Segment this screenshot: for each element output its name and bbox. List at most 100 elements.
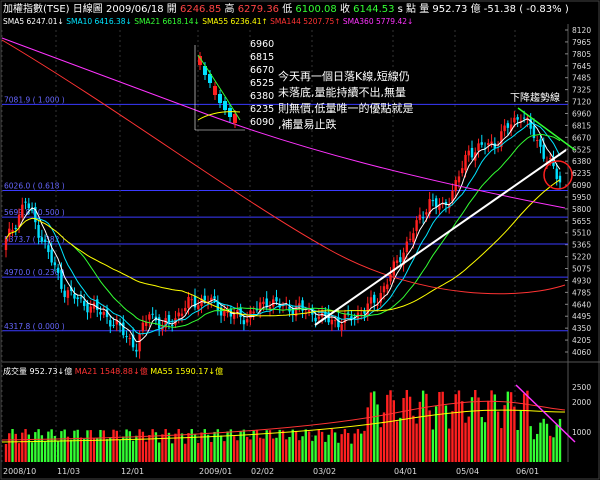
candle-body bbox=[340, 324, 343, 331]
volume-bar bbox=[408, 396, 412, 462]
candle-body bbox=[399, 257, 402, 263]
candle-body bbox=[99, 311, 102, 315]
volume-bar bbox=[549, 435, 552, 462]
volume-legend: 成交量 952.73↓億 MA21 1548.88↓億 MA55 1590.17… bbox=[3, 366, 223, 376]
commentary-line: 未落底,量能持續不出,無量 bbox=[278, 85, 406, 99]
y-tick-label: 4640 bbox=[572, 300, 591, 309]
header-high: 6279.36 bbox=[238, 4, 283, 15]
inset-price-label: 6380 bbox=[250, 91, 274, 102]
candle-body bbox=[262, 301, 265, 305]
volume-bar bbox=[477, 397, 480, 462]
stock-chart[interactable]: 加權指數(TSE) 日線圖 2009/06/18 開 6246.85 高 627… bbox=[0, 0, 600, 480]
volume-bar bbox=[503, 405, 506, 462]
candle-body bbox=[197, 305, 200, 310]
candle-body bbox=[60, 269, 63, 289]
header-period: 日線圖 bbox=[73, 2, 106, 15]
y-tick-label: 6090 bbox=[572, 181, 591, 190]
volume-bar bbox=[223, 441, 226, 462]
volume-bar bbox=[467, 416, 470, 462]
commentary-line: 今天再一個日落K線,短線仍 bbox=[278, 69, 410, 83]
volume-bar bbox=[24, 429, 27, 462]
volume-bar bbox=[60, 431, 63, 462]
volume-bar bbox=[542, 418, 545, 462]
candle-body bbox=[73, 293, 76, 299]
candle-body bbox=[190, 299, 193, 301]
candle-body bbox=[425, 212, 428, 215]
volume-bar bbox=[343, 429, 347, 462]
candle-body bbox=[330, 319, 334, 325]
candle-body bbox=[503, 125, 506, 132]
candle-body bbox=[467, 150, 470, 156]
header-close-label: 收 bbox=[340, 2, 353, 15]
candle-body bbox=[421, 217, 425, 219]
volume-bar bbox=[441, 391, 444, 462]
volume-bar bbox=[17, 443, 21, 462]
inset-candle-body bbox=[213, 86, 217, 95]
volume-bar bbox=[96, 438, 99, 462]
candle-body bbox=[555, 168, 558, 180]
candle-body bbox=[382, 286, 386, 293]
candle-body bbox=[40, 237, 44, 242]
candle-body bbox=[418, 214, 422, 220]
volume-bar bbox=[389, 390, 392, 462]
candle-body bbox=[434, 198, 438, 207]
candle-body bbox=[30, 209, 34, 211]
volume-bar bbox=[363, 430, 366, 462]
candle-body bbox=[245, 319, 249, 323]
volume-bar bbox=[164, 429, 167, 462]
volume-bar bbox=[516, 429, 519, 462]
volume-bar bbox=[157, 442, 161, 462]
candle-body bbox=[522, 117, 526, 119]
x-tick-label: 11/03 bbox=[57, 467, 80, 476]
candle-body bbox=[141, 322, 145, 332]
volume-bar bbox=[366, 407, 369, 462]
volume-bar bbox=[43, 441, 47, 462]
y-tick-label: 5510 bbox=[572, 229, 591, 238]
volume-bar bbox=[431, 429, 435, 462]
volume-bar bbox=[262, 438, 265, 462]
volume-bar bbox=[83, 438, 86, 462]
candle-body bbox=[291, 308, 294, 315]
volume-bar bbox=[154, 432, 158, 462]
volume-bar bbox=[405, 390, 409, 462]
y-tick-label: 6235 bbox=[572, 169, 591, 178]
y-tick-label: 7485 bbox=[572, 74, 591, 83]
candle-body bbox=[83, 300, 86, 306]
volume-bar bbox=[197, 442, 200, 462]
pattern-inset: 6960 6815 6670 6525 6380 6235 6090 bbox=[194, 39, 274, 131]
volume-bar bbox=[464, 422, 467, 462]
vol-legend-label: MA55 bbox=[150, 367, 175, 376]
volume-bar bbox=[76, 429, 79, 462]
volume-bar bbox=[4, 444, 8, 462]
volume-bar bbox=[171, 443, 174, 462]
y-tick-label: 7645 bbox=[572, 62, 591, 71]
candle-body bbox=[389, 274, 392, 282]
y-tick-label: 7965 bbox=[572, 38, 591, 47]
candle-body bbox=[307, 309, 311, 313]
volume-bar bbox=[369, 392, 373, 462]
candle-body bbox=[167, 314, 171, 323]
inset-price-label: 6090 bbox=[250, 117, 274, 128]
candle-body bbox=[275, 297, 278, 302]
volume-bar bbox=[92, 438, 96, 462]
candle-body bbox=[535, 139, 539, 141]
volume-bar bbox=[474, 390, 477, 462]
volume-bar bbox=[122, 436, 125, 462]
commentary-line: 則無價,低量唯一的優點就是 bbox=[278, 101, 414, 115]
candle-body bbox=[187, 296, 190, 308]
volume-bar bbox=[229, 429, 233, 462]
candle-body bbox=[86, 303, 89, 313]
volume-bar bbox=[291, 429, 294, 462]
volume-bar bbox=[428, 410, 431, 462]
vol-legend-value: 1548.88↓億 bbox=[100, 366, 150, 376]
candle-body bbox=[539, 139, 542, 147]
y-tick-label: 6960 bbox=[572, 109, 591, 118]
volume-bar bbox=[350, 443, 353, 462]
candle-body bbox=[470, 147, 474, 158]
volume-bar bbox=[373, 391, 376, 462]
legend-value-sma360: 5779.42↓ bbox=[376, 17, 413, 26]
volume-bar bbox=[177, 429, 180, 462]
vol-legend-value: 952.73↓億 bbox=[30, 366, 75, 376]
candle-body bbox=[252, 311, 255, 314]
volume-bar bbox=[532, 439, 536, 462]
